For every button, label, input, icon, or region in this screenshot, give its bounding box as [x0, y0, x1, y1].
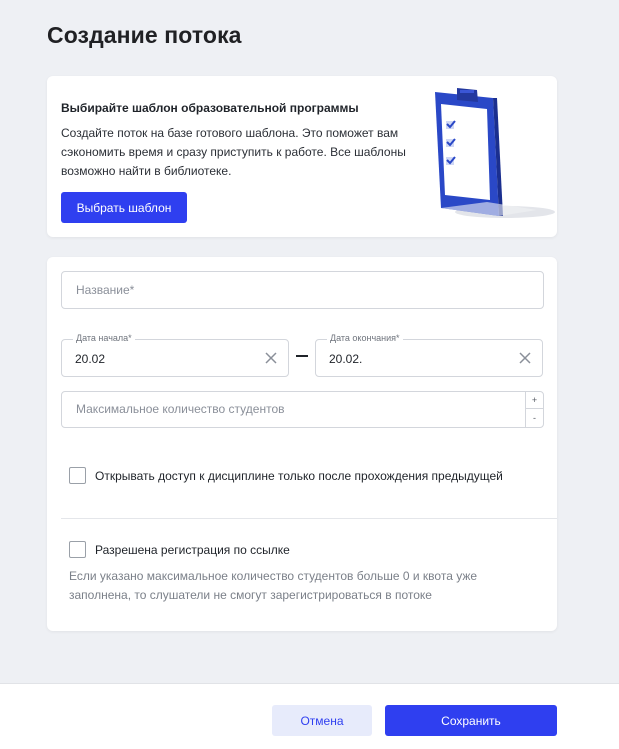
promo-text: Создайте поток на базе готового шаблона.…	[61, 126, 406, 178]
stream-form-card: Название* Дата начала* 20.02 Дата оконча…	[47, 257, 557, 631]
access-checkbox[interactable]	[69, 467, 86, 484]
increment-button[interactable]: +	[526, 392, 543, 409]
end-date-label: Дата окончания*	[327, 333, 403, 343]
start-date-label: Дата начала*	[73, 333, 135, 343]
promo-title: Выбирайте шаблон образовательной програм…	[61, 101, 359, 115]
start-date-field[interactable]: Дата начала* 20.02	[61, 333, 289, 377]
registration-checkbox[interactable]	[69, 541, 86, 558]
quantity-stepper: + -	[525, 392, 543, 427]
decrement-button[interactable]: -	[526, 409, 543, 426]
registration-checkbox-row[interactable]: Разрешена регистрация по ссылке	[69, 541, 290, 558]
start-date-value: 20.02	[75, 352, 106, 366]
registration-checkbox-label: Разрешена регистрация по ссылке	[95, 542, 290, 557]
footer-bar: Отмена Сохранить	[0, 683, 619, 749]
max-students-field[interactable]: Максимальное количество студентов + -	[61, 391, 544, 428]
choose-template-button[interactable]: Выбрать шаблон	[61, 192, 187, 223]
clear-start-date-icon[interactable]	[264, 351, 278, 365]
max-students-placeholder: Максимальное количество студентов	[76, 402, 285, 416]
access-checkbox-row[interactable]: Открывать доступ к дисциплине только пос…	[69, 467, 503, 484]
clipboard-checklist-icon	[435, 88, 555, 218]
end-date-value: 20.02.	[329, 352, 363, 366]
save-button[interactable]: Сохранить	[385, 705, 557, 736]
access-checkbox-label: Открывать доступ к дисциплине только пос…	[95, 468, 503, 483]
registration-hint: Если указано максимальное количество сту…	[69, 569, 478, 602]
date-range-separator	[296, 355, 308, 357]
name-field[interactable]: Название*	[61, 271, 544, 309]
name-placeholder: Название*	[76, 283, 135, 297]
divider	[61, 518, 557, 519]
page-title: Создание потока	[47, 22, 242, 48]
cancel-button[interactable]: Отмена	[272, 705, 372, 736]
end-date-field[interactable]: Дата окончания* 20.02.	[315, 333, 543, 377]
template-promo-card: Выбирайте шаблон образовательной програм…	[47, 76, 557, 237]
clear-end-date-icon[interactable]	[518, 351, 532, 365]
